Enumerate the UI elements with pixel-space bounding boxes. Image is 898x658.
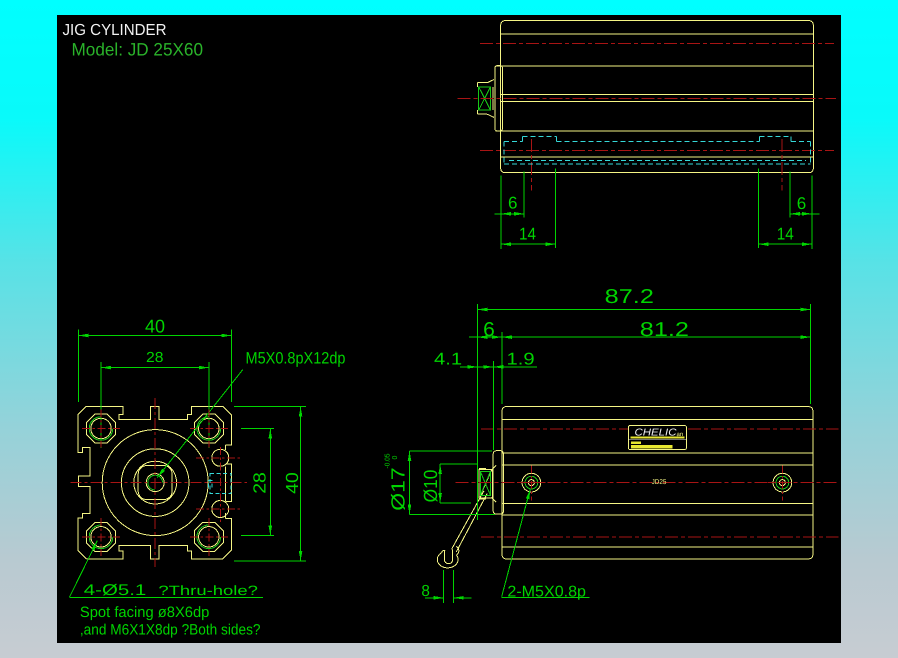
svg-text:6: 6 bbox=[508, 193, 518, 212]
svg-text:6: 6 bbox=[483, 319, 495, 341]
svg-text:40: 40 bbox=[145, 316, 165, 337]
svg-text:87.2: 87.2 bbox=[605, 286, 654, 308]
svg-text:JD25: JD25 bbox=[652, 479, 667, 486]
svg-text:JIG CYLINDER: JIG CYLINDER bbox=[63, 22, 167, 39]
svg-text:4-Ø5.1: 4-Ø5.1 bbox=[84, 582, 147, 599]
svg-text:6: 6 bbox=[797, 194, 807, 213]
svg-text:0: 0 bbox=[392, 455, 399, 459]
svg-text:28: 28 bbox=[249, 472, 269, 494]
svg-text:14: 14 bbox=[519, 225, 536, 244]
svg-text:M5X0.8pX12dp: M5X0.8pX12dp bbox=[246, 350, 346, 368]
svg-text:28: 28 bbox=[146, 350, 164, 366]
svg-text:81.2: 81.2 bbox=[640, 319, 689, 341]
svg-text:1.9: 1.9 bbox=[507, 350, 535, 369]
svg-text:Ø17: Ø17 bbox=[389, 467, 410, 511]
svg-text:-0.05: -0.05 bbox=[385, 453, 392, 468]
svg-text:?Thru-hole?: ?Thru-hole? bbox=[158, 583, 258, 598]
svg-text:8: 8 bbox=[421, 583, 430, 600]
svg-text:Ø10: Ø10 bbox=[421, 470, 442, 503]
svg-text:14: 14 bbox=[777, 225, 794, 244]
svg-text:,and M6X1X8dp ?Both sides?: ,and M6X1X8dp ?Both sides? bbox=[80, 622, 261, 639]
svg-text:2-M5X0.8p: 2-M5X0.8p bbox=[507, 583, 586, 600]
svg-text:4.1: 4.1 bbox=[434, 350, 462, 369]
svg-text:Model: JD 25X60: Model: JD 25X60 bbox=[72, 40, 204, 60]
svg-text:40: 40 bbox=[282, 472, 302, 494]
svg-text:Spot facing ø8X6dp: Spot facing ø8X6dp bbox=[80, 604, 210, 621]
